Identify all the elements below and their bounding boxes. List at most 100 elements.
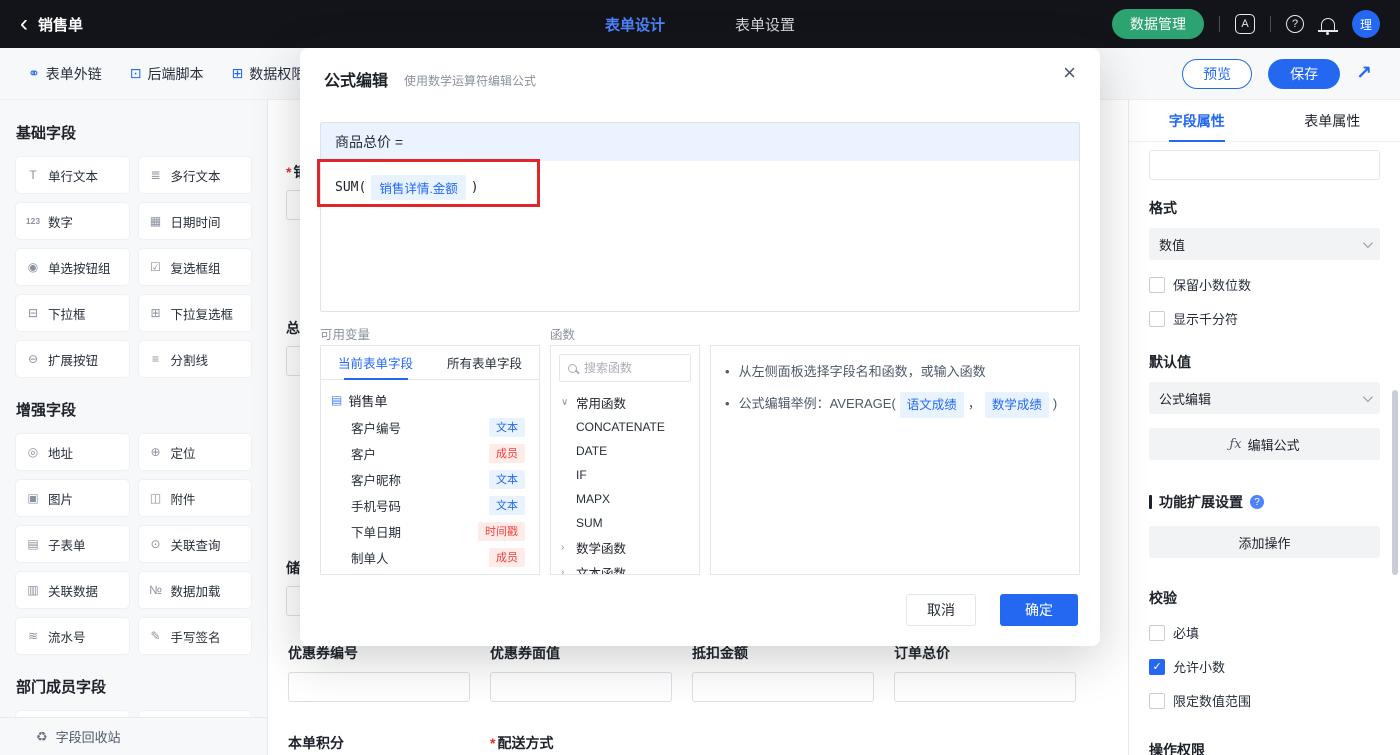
default-value-select[interactable]: 公式编辑: [1149, 382, 1380, 414]
function-item-mapx[interactable]: MAPX: [551, 487, 699, 511]
tab-all-form-fields[interactable]: 所有表单字段: [430, 346, 539, 379]
image-icon: ▣: [27, 491, 39, 505]
allow-decimal-checkbox[interactable]: [1149, 658, 1165, 675]
confirm-button[interactable]: 确定: [1000, 594, 1078, 626]
field-delivery-method: * 配送方式: [490, 735, 554, 751]
tab-field-properties[interactable]: 字段属性: [1129, 100, 1265, 141]
function-group-text[interactable]: › 文本函数: [551, 560, 699, 574]
sidebar-item-dropdown-multi[interactable]: ⊞ 下拉复选框: [138, 295, 251, 331]
user-avatar[interactable]: 理: [1352, 10, 1380, 38]
divider: [1219, 16, 1220, 32]
scrollbar-thumb[interactable]: [1392, 390, 1398, 575]
tab-form-design[interactable]: 表单设计: [605, 14, 665, 35]
sidebar-item-location[interactable]: ⊕ 定位: [138, 434, 251, 470]
notification-bell-icon[interactable]: [1318, 18, 1338, 35]
sidebar-item-image[interactable]: ▣ 图片: [16, 480, 129, 516]
example-field-token: 数学成绩: [984, 392, 1049, 418]
preview-button[interactable]: 预览: [1182, 58, 1253, 89]
topbar-actions: 数据管理 A ? 理: [1112, 9, 1380, 39]
topbar-tabs: 表单设计 表单设置: [605, 14, 795, 35]
variable-row-order-date[interactable]: 下单日期 时间戳: [331, 518, 529, 544]
back-chevron-icon[interactable]: ‹: [20, 2, 28, 46]
attachment-icon: ◫: [149, 491, 162, 505]
required-asterisk: *: [286, 164, 292, 180]
function-group-common[interactable]: ∨ 常用函数: [551, 390, 699, 415]
field-title-input[interactable]: [1149, 150, 1380, 180]
required-asterisk: *: [490, 735, 496, 751]
sidebar-item-serial-number[interactable]: ≋ 流水号: [16, 618, 129, 654]
formula-expression[interactable]: SUM( 销售详情.金额 ): [321, 161, 1079, 214]
sidebar-item-divider[interactable]: ≡ 分割线: [138, 341, 251, 377]
function-item-if[interactable]: IF: [551, 463, 699, 487]
share-icon[interactable]: ↗: [1356, 62, 1372, 85]
link-icon: ⚭: [28, 65, 40, 81]
formula-field-token[interactable]: 销售详情.金额: [371, 175, 466, 200]
extension-help-icon[interactable]: ?: [1250, 495, 1264, 509]
sidebar-item-attachment[interactable]: ◫ 附件: [138, 480, 251, 516]
cancel-button[interactable]: 取消: [906, 594, 976, 626]
variable-row-order-creator[interactable]: 制单人 成员: [331, 544, 529, 570]
keep-decimal-checkbox[interactable]: [1149, 276, 1165, 293]
sidebar-item-number[interactable]: 123 数字: [16, 203, 129, 239]
field-recycle-bin[interactable]: ♻ 字段回收站: [0, 717, 267, 755]
sidebar-item-subform[interactable]: ▤ 子表单: [16, 526, 129, 562]
translate-icon[interactable]: A: [1235, 14, 1255, 34]
coupon-number-input[interactable]: [288, 672, 470, 702]
sidebar-item-checkbox-group[interactable]: ☑ 复选框组: [138, 249, 251, 285]
function-item-date[interactable]: DATE: [551, 439, 699, 463]
thousand-separator-checkbox[interactable]: [1149, 310, 1165, 327]
signature-icon: ✎: [150, 629, 161, 643]
form-external-link[interactable]: ⚭ 表单外链: [28, 64, 102, 84]
close-icon[interactable]: ×: [1063, 62, 1076, 84]
recycle-bin-icon: ♻: [36, 728, 48, 744]
data-permission-link[interactable]: ⊞ 数据权限: [231, 64, 305, 84]
coupon-value-input[interactable]: [490, 672, 672, 702]
add-action-button[interactable]: 添加操作: [1149, 526, 1380, 558]
save-button[interactable]: 保存: [1268, 58, 1341, 89]
function-group-math[interactable]: › 数学函数: [551, 535, 699, 560]
sidebar-item-signature[interactable]: ✎ 手写签名: [138, 618, 251, 654]
help-tip-2: • 公式编辑举例：AVERAGE( 语文成绩 ， 数学成绩 ): [725, 392, 1065, 418]
sidebar-item-data-load[interactable]: № 数据加载: [138, 572, 251, 608]
field-coupon-number: 优惠券编号: [288, 643, 470, 702]
function-item-sum[interactable]: SUM: [551, 511, 699, 535]
help-icon[interactable]: ?: [1286, 15, 1304, 33]
allow-decimal-row: 允许小数: [1149, 657, 1380, 676]
topbar: ‹ 销售单 表单设计 表单设置 数据管理 A ? 理: [0, 0, 1400, 48]
variable-row-customer-nickname[interactable]: 客户昵称 文本: [331, 466, 529, 492]
extension-settings-header: 功能扩展设置 ?: [1149, 492, 1380, 512]
dropdown-icon: ⊟: [27, 306, 39, 320]
backend-script-link[interactable]: ⊡ 后端脚本: [130, 64, 204, 84]
type-tag: 成员: [489, 443, 525, 463]
data-manage-button[interactable]: 数据管理: [1112, 9, 1204, 39]
type-tag: 时间戳: [478, 521, 525, 541]
formula-function-text: SUM(: [335, 180, 367, 195]
sidebar-item-multi-line-text[interactable]: ≣ 多行文本: [138, 157, 251, 193]
variables-root-form[interactable]: ▤ 销售单: [331, 386, 529, 414]
required-row: 必填: [1149, 623, 1380, 642]
sidebar-item-address[interactable]: ◎ 地址: [16, 434, 129, 470]
limit-range-checkbox[interactable]: [1149, 692, 1165, 709]
deduction-amount-input[interactable]: [692, 672, 874, 702]
sidebar-item-single-line-text[interactable]: T 单行文本: [16, 157, 129, 193]
sidebar-item-datetime[interactable]: ▦ 日期时间: [138, 203, 251, 239]
sidebar-item-extend-button[interactable]: ⊖ 扩展按钮: [16, 341, 129, 377]
variable-row-customer[interactable]: 客户 成员: [331, 440, 529, 466]
order-total-input[interactable]: [894, 672, 1076, 702]
function-search-input[interactable]: [584, 361, 682, 375]
function-item-concatenate[interactable]: CONCATENATE: [551, 415, 699, 439]
tab-form-properties[interactable]: 表单属性: [1265, 100, 1400, 141]
format-select[interactable]: 数值: [1149, 228, 1380, 260]
tab-current-form-fields[interactable]: 当前表单字段: [321, 346, 430, 379]
format-label: 格式: [1149, 200, 1177, 216]
sidebar-item-linked-query[interactable]: ⊙ 关联查询: [138, 526, 251, 562]
permission-icon: ⊞: [231, 65, 244, 81]
sidebar-item-radio-group[interactable]: ◉ 单选按钮组: [16, 249, 129, 285]
edit-formula-button[interactable]: ƒx 编辑公式: [1149, 428, 1380, 460]
variable-row-customer-number[interactable]: 客户编号 文本: [331, 414, 529, 440]
sidebar-item-dropdown[interactable]: ⊟ 下拉框: [16, 295, 129, 331]
tab-form-settings[interactable]: 表单设置: [735, 14, 795, 35]
sidebar-item-linked-data[interactable]: ▥ 关联数据: [16, 572, 129, 608]
variable-row-phone-number[interactable]: 手机号码 文本: [331, 492, 529, 518]
required-checkbox[interactable]: [1149, 624, 1165, 641]
